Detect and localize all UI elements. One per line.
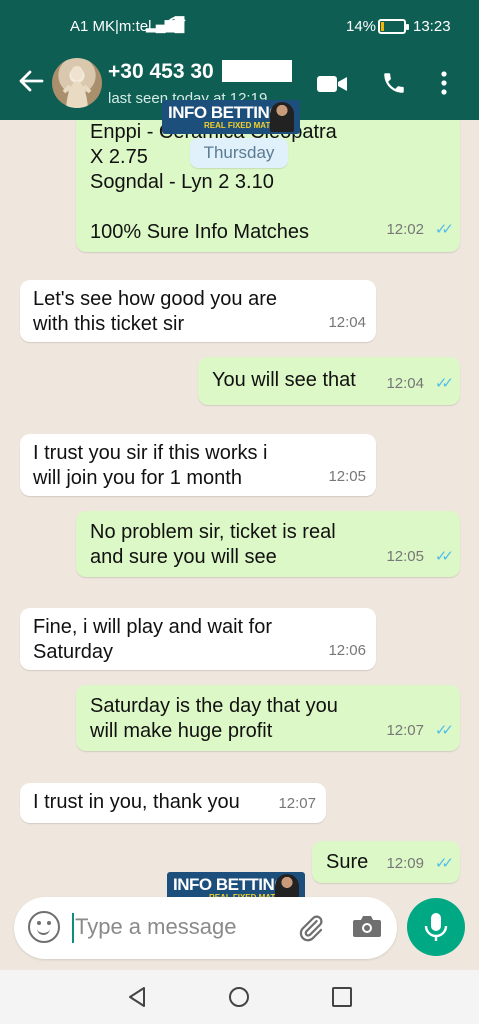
message-bubble-outgoing[interactable]: You will see that 12:04 ✓✓ — [198, 357, 460, 405]
status-bar: A1 MK|m:tel ▂▄▆█ 14% 13:23 — [0, 0, 479, 50]
message-text: No problem sir, ticket is real and sure … — [90, 521, 336, 568]
microphone-icon[interactable] — [407, 898, 465, 956]
message-bubble-incoming[interactable]: Let's see how good you are with this tic… — [20, 280, 376, 342]
read-ticks-icon: ✓✓ — [434, 722, 454, 739]
message-text: Sure — [326, 851, 369, 873]
message-text: Saturday is the day that you will make h… — [90, 695, 338, 742]
watermark-person-image — [270, 102, 294, 132]
message-time: 12:04 — [386, 375, 424, 392]
nav-back-icon[interactable] — [126, 986, 148, 1013]
more-vertical-icon[interactable] — [440, 70, 448, 100]
read-ticks-icon: ✓✓ — [434, 855, 454, 872]
message-bubble-outgoing[interactable]: Saturday is the day that you will make h… — [76, 685, 460, 751]
message-time: 12:09 — [386, 855, 424, 872]
redaction-box — [222, 60, 292, 82]
system-nav-bar — [0, 970, 479, 1024]
back-arrow-icon[interactable] — [18, 68, 44, 99]
video-call-icon[interactable] — [317, 74, 347, 94]
message-bubble-incoming[interactable]: I trust in you, thank you 12:07 — [20, 783, 326, 823]
watermark-text: INFO BETTING — [168, 103, 282, 122]
text-cursor — [72, 913, 74, 943]
message-time: 12:04 — [328, 314, 366, 331]
message-time: 12:05 — [328, 468, 366, 485]
voice-call-icon[interactable] — [381, 70, 407, 100]
battery-percent: 14% — [346, 18, 377, 35]
emoji-icon[interactable] — [28, 911, 60, 943]
message-text: Fine, i will play and wait for Saturday — [33, 616, 272, 663]
message-text: Let's see how good you are with this tic… — [33, 288, 277, 335]
message-list[interactable]: Enppi - Ceramica Cleopatra X 2.75 Sognda… — [0, 120, 479, 970]
message-composer: Type a message — [14, 897, 397, 959]
message-text: You will see that — [212, 369, 356, 391]
message-time: 12:05 — [386, 548, 424, 565]
read-ticks-icon: ✓✓ — [434, 548, 454, 565]
message-time: 12:07 — [386, 722, 424, 739]
watermark-text: INFO BETTING — [173, 875, 287, 894]
contact-name[interactable]: +30 453 30 — [108, 60, 214, 84]
message-bubble-outgoing[interactable]: No problem sir, ticket is real and sure … — [76, 511, 460, 577]
read-ticks-icon: ✓✓ — [434, 375, 454, 392]
message-input[interactable]: Type a message — [75, 914, 236, 940]
watermark-logo: INFO BETTING REAL FIXED MATCHES — [162, 100, 300, 134]
nav-home-icon[interactable] — [228, 986, 250, 1013]
message-time: 12:07 — [278, 795, 316, 812]
status-time: 13:23 — [413, 18, 451, 35]
camera-icon[interactable] — [352, 914, 382, 938]
battery-level-fill — [381, 22, 384, 31]
date-separator: Thursday — [190, 138, 288, 168]
carrier-label: A1 MK|m:tel — [70, 18, 152, 35]
message-time: 12:06 — [328, 642, 366, 659]
battery-icon — [378, 19, 409, 34]
wifi-icon — [168, 15, 186, 35]
message-text: I trust you sir if this works i will joi… — [33, 442, 268, 489]
message-bubble-incoming[interactable]: Fine, i will play and wait for Saturday … — [20, 608, 376, 670]
read-ticks-icon: ✓✓ — [434, 221, 454, 238]
avatar[interactable] — [52, 58, 102, 108]
nav-recents-icon[interactable] — [331, 986, 353, 1013]
message-time: 12:02 — [386, 221, 424, 238]
paperclip-icon[interactable] — [296, 913, 326, 950]
message-text: I trust in you, thank you — [33, 791, 240, 813]
message-bubble-outgoing[interactable]: Sure 12:09 ✓✓ — [312, 841, 460, 883]
message-bubble-incoming[interactable]: I trust you sir if this works i will joi… — [20, 434, 376, 496]
